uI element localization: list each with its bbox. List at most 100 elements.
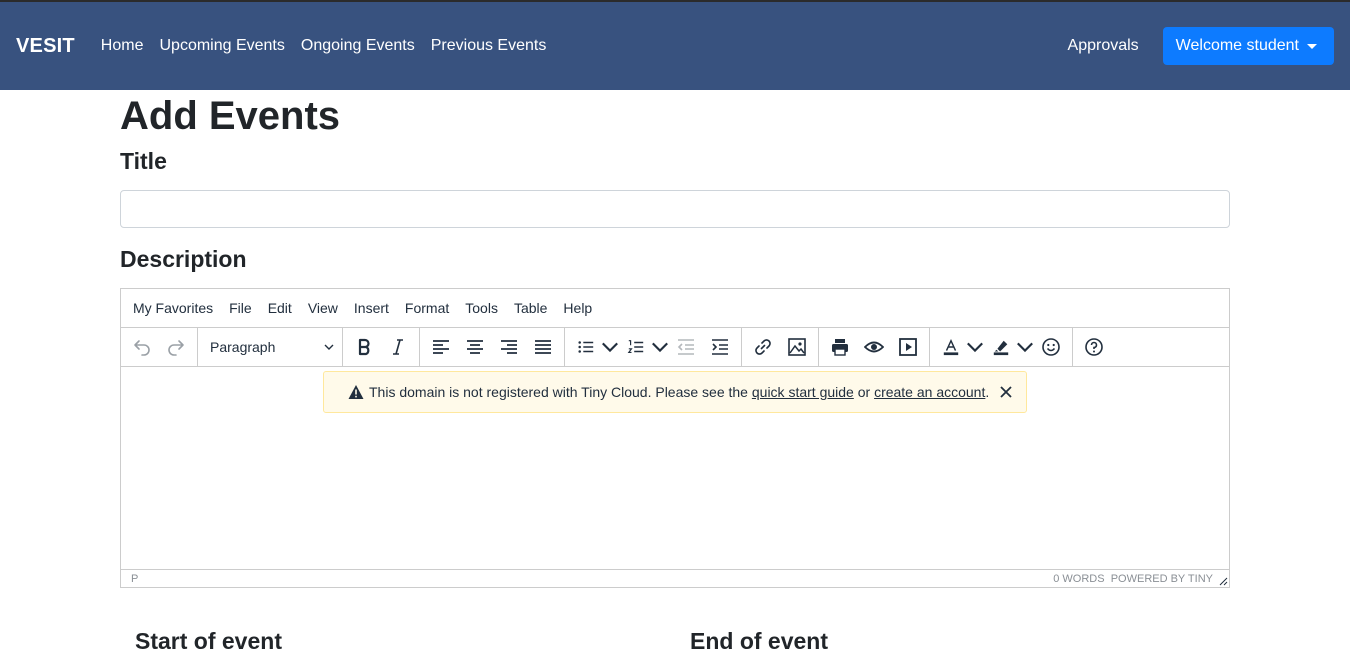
bullet-list-button[interactable] <box>569 332 619 362</box>
numbered-list-icon <box>627 340 644 353</box>
title-label: Title <box>120 148 167 174</box>
emoticons-button[interactable] <box>1034 332 1068 362</box>
highlight-icon <box>993 340 1009 356</box>
caret-down-icon <box>1307 44 1317 49</box>
align-justify-icon <box>535 340 551 354</box>
redo-icon <box>168 340 184 356</box>
menu-tools[interactable]: Tools <box>465 300 498 316</box>
link-icon <box>755 339 771 355</box>
resize-handle-icon[interactable] <box>1218 576 1228 586</box>
toolbar-group-help <box>1073 328 1115 367</box>
undo-button[interactable] <box>125 332 159 362</box>
align-center-icon <box>467 340 483 354</box>
user-menu-button[interactable]: Welcome student <box>1162 27 1334 65</box>
media-button[interactable] <box>891 332 925 362</box>
preview-icon <box>864 341 884 353</box>
nav-link-ongoing-events[interactable]: Ongoing Events <box>301 37 415 55</box>
nav-link-previous-events[interactable]: Previous Events <box>431 37 547 55</box>
menu-table[interactable]: Table <box>514 300 547 316</box>
toolbar-group-history <box>121 327 198 367</box>
toolbar-group-lists <box>565 327 742 367</box>
outdent-icon <box>677 339 694 355</box>
powered-by-tiny-link[interactable]: POWERED BY TINY <box>1111 573 1213 585</box>
bold-button[interactable] <box>347 332 381 362</box>
chevron-down-icon <box>602 342 618 353</box>
toolbar-group-color <box>930 327 1073 367</box>
warning-icon <box>348 385 364 399</box>
editor-toolbar: Paragraph <box>121 327 1229 367</box>
brand-logo[interactable]: VESIT <box>16 35 75 58</box>
print-icon <box>832 339 848 356</box>
menu-view[interactable]: View <box>308 300 338 316</box>
notice-text-before: This domain is not registered with Tiny … <box>369 384 748 400</box>
menu-my-favorites[interactable]: My Favorites <box>133 300 213 316</box>
end-of-event-label: End of event <box>690 628 829 654</box>
text-color-icon <box>943 338 959 356</box>
bullet-list-icon <box>578 341 594 353</box>
menu-format[interactable]: Format <box>405 300 449 316</box>
toolbar-group-view <box>819 327 930 367</box>
toolbar-group-blocks: Paragraph <box>198 327 343 367</box>
align-center-button[interactable] <box>458 332 492 362</box>
link-button[interactable] <box>746 332 780 362</box>
menu-file[interactable]: File <box>229 300 252 316</box>
word-count[interactable]: 0 WORDS <box>1053 573 1104 585</box>
top-navbar: VESIT Home Upcoming Events Ongoing Event… <box>0 2 1350 90</box>
indent-button[interactable] <box>703 332 737 362</box>
nav-link-approvals[interactable]: Approvals <box>1068 37 1139 55</box>
menu-edit[interactable]: Edit <box>268 300 292 316</box>
redo-button[interactable] <box>159 332 193 362</box>
editor-statusbar: P 0 WORDS POWERED BY TINY <box>121 569 1229 587</box>
chevron-down-icon <box>324 344 334 350</box>
image-icon <box>788 338 806 356</box>
indent-icon <box>712 339 728 355</box>
quick-start-guide-link[interactable]: quick start guide <box>752 384 854 400</box>
italic-button[interactable] <box>381 332 415 362</box>
chevron-down-icon <box>1017 342 1033 353</box>
editor-menubar: My Favorites File Edit View Insert Forma… <box>121 289 1229 328</box>
title-input[interactable] <box>120 190 1230 228</box>
highlight-button[interactable] <box>984 332 1034 362</box>
nav-right: Approvals Welcome student <box>1068 27 1334 65</box>
menu-insert[interactable]: Insert <box>354 300 389 316</box>
align-left-button[interactable] <box>424 332 458 362</box>
text-color-button[interactable] <box>934 332 984 362</box>
menu-help[interactable]: Help <box>563 300 592 316</box>
preview-button[interactable] <box>857 332 891 362</box>
italic-icon <box>393 339 403 355</box>
close-icon[interactable] <box>998 384 1014 400</box>
numbered-list-button[interactable] <box>619 332 669 362</box>
editor-content-area[interactable]: This domain is not registered with Tiny … <box>121 367 1229 569</box>
chevron-down-icon <box>652 342 668 353</box>
align-left-icon <box>433 340 449 354</box>
help-button[interactable] <box>1077 332 1111 362</box>
start-of-event-label: Start of event <box>135 628 282 654</box>
chevron-down-icon <box>967 342 983 353</box>
align-justify-button[interactable] <box>526 332 560 362</box>
toolbar-group-style <box>343 327 420 367</box>
rich-text-editor: My Favorites File Edit View Insert Forma… <box>120 288 1230 588</box>
nav-link-upcoming-events[interactable]: Upcoming Events <box>159 37 284 55</box>
element-path[interactable]: P <box>131 573 138 585</box>
block-format-select[interactable]: Paragraph <box>202 332 338 362</box>
print-button[interactable] <box>823 332 857 362</box>
user-menu-label: Welcome student <box>1175 37 1299 54</box>
tiny-cloud-notice: This domain is not registered with Tiny … <box>323 371 1027 413</box>
notice-text-middle: or <box>857 384 871 400</box>
create-account-link[interactable]: create an account <box>874 384 985 400</box>
align-right-icon <box>501 340 517 354</box>
page-title: Add Events <box>120 94 341 138</box>
nav-links: Home Upcoming Events Ongoing Events Prev… <box>101 37 563 55</box>
bold-icon <box>358 338 370 356</box>
emoticons-icon <box>1042 338 1060 356</box>
align-right-button[interactable] <box>492 332 526 362</box>
media-icon <box>899 338 917 356</box>
image-button[interactable] <box>780 332 814 362</box>
nav-link-home[interactable]: Home <box>101 37 144 55</box>
help-icon <box>1085 338 1103 356</box>
description-label: Description <box>120 246 247 272</box>
outdent-button[interactable] <box>669 332 703 362</box>
toolbar-group-align <box>420 327 565 367</box>
toolbar-group-insert <box>742 327 819 367</box>
notice-text-after: . <box>985 384 990 400</box>
